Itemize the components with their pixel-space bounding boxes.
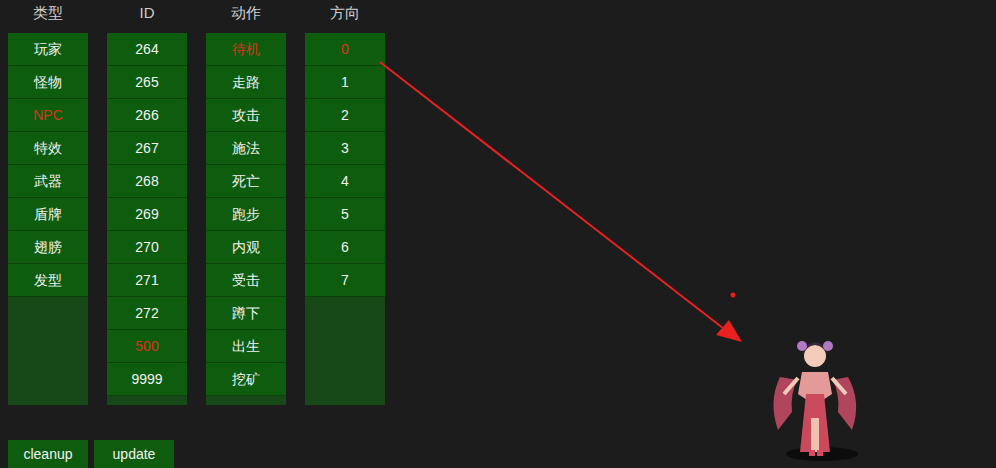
list-item[interactable]: 271 [107, 264, 187, 297]
list-item[interactable]: 266 [107, 99, 187, 132]
list-item[interactable]: 3 [305, 132, 385, 165]
list-item[interactable]: 内观 [206, 231, 286, 264]
viewer-screen: 类型玩家怪物NPC特效武器盾牌翅膀发型ID2642652662672682692… [0, 0, 996, 468]
list-item[interactable]: 待机 [206, 33, 286, 66]
list-item[interactable]: 盾牌 [8, 198, 88, 231]
list-item[interactable]: 4 [305, 165, 385, 198]
list-item[interactable]: 特效 [8, 132, 88, 165]
column-group: 类型玩家怪物NPC特效武器盾牌翅膀发型ID2642652662672682692… [8, 0, 996, 405]
column-body: 01234567 [305, 33, 385, 405]
list-column: 类型玩家怪物NPC特效武器盾牌翅膀发型 [8, 0, 88, 405]
list-item[interactable]: 挖矿 [206, 363, 286, 396]
column-body: 2642652662672682692702712725009999 [107, 33, 187, 405]
list-item[interactable]: 264 [107, 33, 187, 66]
list-item[interactable]: 265 [107, 66, 187, 99]
list-item[interactable]: 翅膀 [8, 231, 88, 264]
list-item[interactable]: 267 [107, 132, 187, 165]
list-item[interactable]: 发型 [8, 264, 88, 297]
action-button[interactable]: update [94, 440, 174, 468]
list-item[interactable]: NPC [8, 99, 88, 132]
list-column: ID2642652662672682692702712725009999 [107, 0, 187, 405]
list-item[interactable]: 蹲下 [206, 297, 286, 330]
column-header: 方向 [305, 0, 385, 33]
list-item[interactable]: 玩家 [8, 33, 88, 66]
list-column: 动作待机走路攻击施法死亡跑步内观受击蹲下出生挖矿 [206, 0, 286, 405]
column-body: 玩家怪物NPC特效武器盾牌翅膀发型 [8, 33, 88, 405]
list-item[interactable]: 0 [305, 33, 385, 66]
list-item[interactable]: 500 [107, 330, 187, 363]
list-item[interactable]: 270 [107, 231, 187, 264]
list-item[interactable]: 5 [305, 198, 385, 231]
list-item[interactable]: 2 [305, 99, 385, 132]
action-button[interactable]: cleanup [8, 440, 88, 468]
list-item[interactable]: 268 [107, 165, 187, 198]
list-item[interactable]: 攻击 [206, 99, 286, 132]
column-header: ID [107, 0, 187, 33]
list-item[interactable]: 怪物 [8, 66, 88, 99]
list-item[interactable]: 272 [107, 297, 187, 330]
list-item[interactable]: 死亡 [206, 165, 286, 198]
list-item[interactable]: 受击 [206, 264, 286, 297]
npc-character-icon [760, 332, 870, 464]
list-item[interactable]: 跑步 [206, 198, 286, 231]
column-body: 待机走路攻击施法死亡跑步内观受击蹲下出生挖矿 [206, 33, 286, 405]
list-item[interactable]: 269 [107, 198, 187, 231]
list-item[interactable]: 施法 [206, 132, 286, 165]
column-header: 动作 [206, 0, 286, 33]
list-item[interactable]: 6 [305, 231, 385, 264]
list-item[interactable]: 1 [305, 66, 385, 99]
list-item[interactable]: 9999 [107, 363, 187, 396]
list-column: 方向01234567 [305, 0, 385, 405]
list-item[interactable]: 出生 [206, 330, 286, 363]
list-item[interactable]: 武器 [8, 165, 88, 198]
list-item[interactable]: 7 [305, 264, 385, 297]
column-header: 类型 [8, 0, 88, 33]
list-item[interactable]: 走路 [206, 66, 286, 99]
